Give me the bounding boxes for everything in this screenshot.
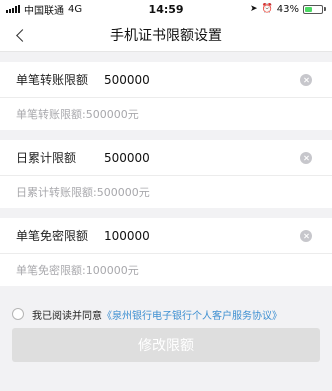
limit-input-row[interactable]: 单笔转账限额 500000 [0,62,332,98]
status-right: ➤ ⏰ 43% [250,4,326,15]
nav-bar: 手机证书限额设置 [0,18,332,52]
modify-limit-button[interactable]: 修改限额 [12,328,320,362]
limit-card-single-transfer: 单笔转账限额 500000 单笔转账限额:500000元 [0,62,332,130]
limit-value-input[interactable]: 500000 [104,73,300,87]
chevron-left-icon [15,28,29,42]
clear-icon[interactable] [300,229,312,242]
back-button[interactable] [10,24,30,46]
limit-value-input[interactable]: 100000 [104,229,300,243]
agreement-row: 我已阅读并同意 《泉州银行电子银行个人客户服务协议》 [0,302,332,326]
clear-icon[interactable] [300,73,312,86]
page-title: 手机证书限额设置 [110,27,222,44]
alarm-icon: ⏰ [261,4,273,14]
status-bar: 中国联通 4G 14:59 ➤ ⏰ 43% [0,0,332,18]
limit-label: 单笔转账限额 [16,73,89,87]
limit-input-row[interactable]: 日累计限额 500000 [0,140,332,176]
limit-card-password-free: 单笔免密限额 100000 单笔免密限额:100000元 [0,218,332,286]
battery-percent: 43% [276,3,299,15]
status-left: 中国联通 4G [6,2,82,17]
limit-label: 单笔免密限额 [16,229,89,243]
limit-value-input[interactable]: 500000 [104,151,300,165]
agreement-text: 我已阅读并同意 [32,310,102,322]
limit-input-row[interactable]: 单笔免密限额 100000 [0,218,332,254]
clear-icon[interactable] [300,151,312,164]
submit-area: 修改限额 [12,328,320,362]
limit-card-daily: 日累计限额 500000 日累计转账限额:500000元 [0,140,332,208]
limit-hint: 单笔转账限额:500000元 [16,108,139,121]
signal-icon [6,5,20,13]
agreement-link[interactable]: 《泉州银行电子银行个人客户服务协议》 [102,307,282,322]
location-arrow-icon: ➤ [249,4,258,14]
limit-label: 日累计限额 [16,151,77,165]
limit-hint: 单笔免密限额:100000元 [16,264,139,277]
status-time: 14:59 [148,2,184,16]
agreement-radio[interactable] [12,308,24,320]
network-type: 4G [68,3,83,15]
carrier-name: 中国联通 [24,5,64,17]
battery-icon [302,4,326,14]
limit-hint: 日累计转账限额:500000元 [16,186,150,199]
